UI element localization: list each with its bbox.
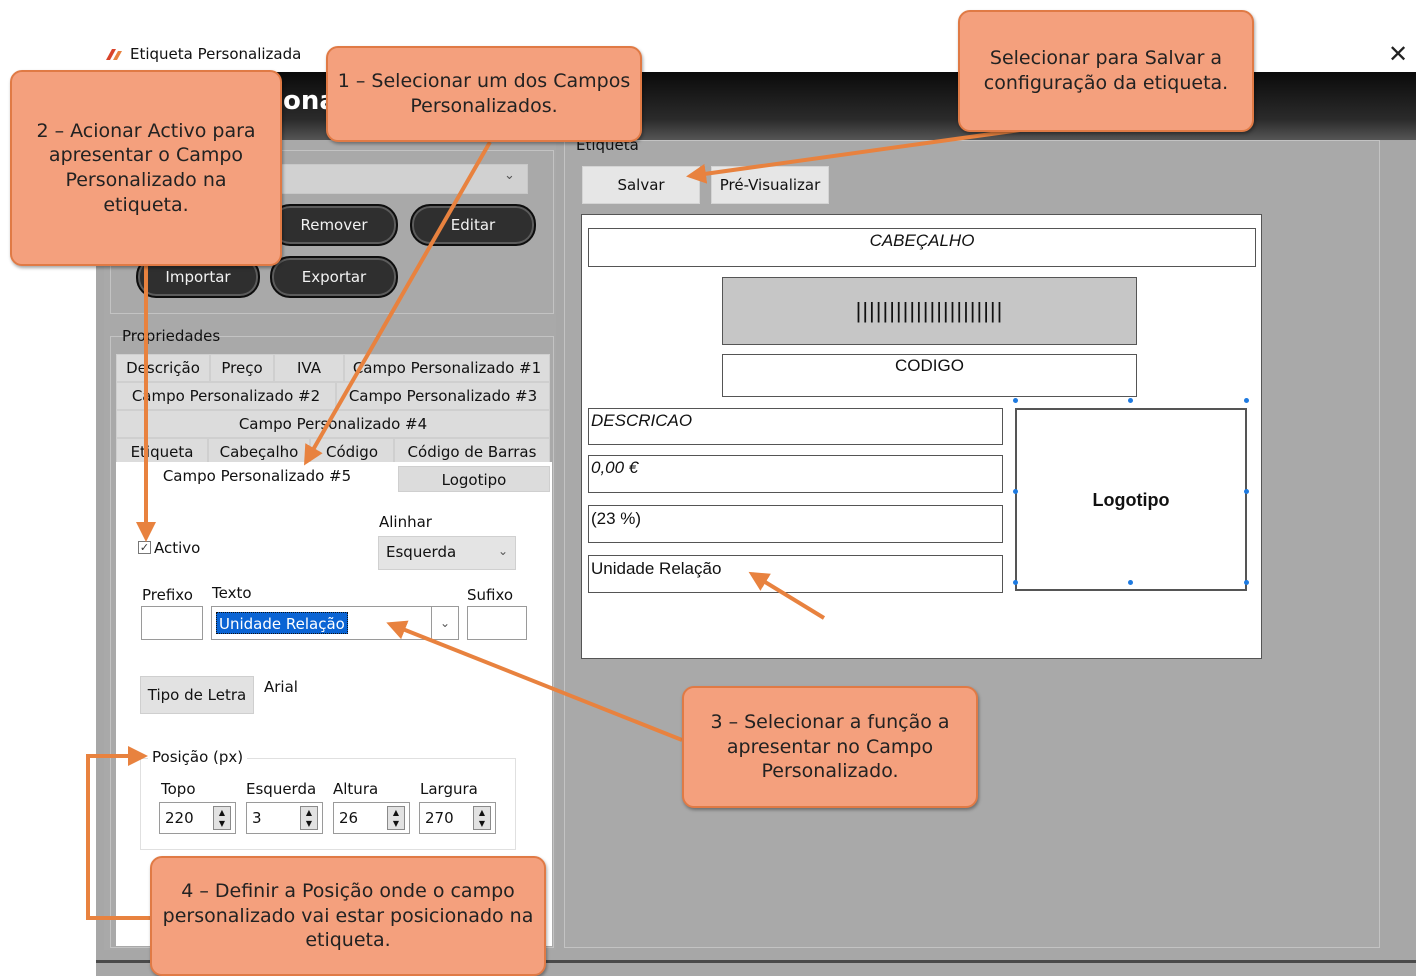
callout-step-1: 1 – Selecionar um dos Campos Personaliza… bbox=[326, 46, 642, 142]
tab-campo-personalizado-1[interactable]: Campo Personalizado #1 bbox=[344, 354, 550, 382]
resize-handle[interactable] bbox=[1013, 489, 1018, 494]
tab-iva[interactable]: IVA bbox=[274, 354, 344, 382]
stepper-arrows-icon[interactable]: ▲ ▼ bbox=[387, 806, 405, 830]
stepper-arrows-icon[interactable]: ▲ ▼ bbox=[213, 806, 231, 830]
tab-logotipo[interactable]: Logotipo bbox=[398, 466, 550, 492]
properties-label: Propriedades bbox=[122, 327, 221, 345]
chevron-down-icon: ⌄ bbox=[498, 544, 509, 558]
tab-campo-personalizado-3[interactable]: Campo Personalizado #3 bbox=[336, 382, 550, 410]
tab-cabecalho[interactable]: Cabeçalho bbox=[208, 438, 310, 464]
esquerda-value: 3 bbox=[252, 809, 262, 827]
chevron-down-icon: ⌄ bbox=[504, 168, 515, 183]
exportar-button[interactable]: Exportar bbox=[270, 256, 398, 298]
resize-handle[interactable] bbox=[1128, 398, 1133, 403]
resize-handle[interactable] bbox=[1013, 398, 1018, 403]
label-cabecalho-field[interactable]: CABEÇALHO bbox=[588, 228, 1256, 267]
largura-label: Largura bbox=[420, 780, 478, 798]
activo-label: Activo bbox=[154, 539, 201, 557]
remover-button[interactable]: Remover bbox=[270, 204, 398, 246]
label-codigo-field[interactable]: CODIGO bbox=[722, 354, 1137, 397]
resize-handle[interactable] bbox=[1244, 489, 1249, 494]
position-label: Posição (px) bbox=[148, 748, 248, 766]
texto-label: Texto bbox=[212, 584, 252, 602]
label-preco-field[interactable]: 0,00 € bbox=[588, 455, 1003, 493]
pre-visualizar-button[interactable]: Pré-Visualizar bbox=[711, 166, 829, 204]
altura-label: Altura bbox=[333, 780, 379, 798]
tab-campo-personalizado-4[interactable]: Campo Personalizado #4 bbox=[116, 410, 550, 438]
activo-checkbox[interactable]: ✓ bbox=[138, 541, 151, 554]
largura-value: 270 bbox=[425, 809, 454, 827]
alinhar-label: Alinhar bbox=[379, 513, 432, 531]
stepper-arrows-icon[interactable]: ▲ ▼ bbox=[473, 806, 491, 830]
tab-codigo[interactable]: Código bbox=[310, 438, 394, 464]
resize-handle[interactable] bbox=[1244, 398, 1249, 403]
label-unidade-field[interactable]: Unidade Relação bbox=[588, 555, 1003, 593]
tab-descricao[interactable]: Descrição bbox=[116, 354, 210, 382]
topo-value: 220 bbox=[165, 809, 194, 827]
salvar-button[interactable]: Salvar bbox=[582, 166, 700, 204]
resize-handle[interactable] bbox=[1013, 580, 1018, 585]
callout-step-3: 3 – Selecionar a função a apresentar no … bbox=[682, 686, 978, 808]
label-descricao-field[interactable]: DESCRICAO bbox=[588, 408, 1003, 445]
prefixo-input[interactable] bbox=[141, 606, 203, 640]
tipo-de-letra-button[interactable]: Tipo de Letra bbox=[140, 676, 254, 714]
alinhar-value: Esquerda bbox=[386, 543, 457, 561]
stepper-arrows-icon[interactable]: ▲ ▼ bbox=[300, 806, 318, 830]
tab-preco[interactable]: Preço bbox=[210, 354, 274, 382]
tab-etiqueta[interactable]: Etiqueta bbox=[116, 438, 208, 464]
font-name-label: Arial bbox=[264, 678, 298, 696]
label-barcode-field[interactable]: |||||||||||||||||||||| bbox=[722, 277, 1137, 345]
callout-step-2: 2 – Acionar Activo para apresentar o Cam… bbox=[10, 70, 282, 266]
sufixo-label: Sufixo bbox=[467, 586, 514, 604]
label-logotipo-field[interactable]: Logotipo bbox=[1015, 408, 1247, 591]
altura-value: 26 bbox=[339, 809, 359, 827]
tab-campo-personalizado-2[interactable]: Campo Personalizado #2 bbox=[116, 382, 336, 410]
callout-salvar: Selecionar para Salvar a configuração da… bbox=[958, 10, 1254, 132]
tab-codigo-de-barras[interactable]: Código de Barras bbox=[394, 438, 550, 464]
window-title: Etiqueta Personalizada bbox=[130, 45, 302, 63]
topo-label: Topo bbox=[161, 780, 196, 798]
prefixo-label: Prefixo bbox=[142, 586, 193, 604]
editar-button[interactable]: Editar bbox=[410, 204, 536, 246]
label-iva-field[interactable]: (23 %) bbox=[588, 505, 1003, 543]
template-select[interactable] bbox=[278, 164, 528, 194]
resize-handle[interactable] bbox=[1128, 580, 1133, 585]
resize-handle[interactable] bbox=[1244, 580, 1249, 585]
app-logo-icon bbox=[104, 46, 124, 64]
texto-value: Unidade Relação bbox=[216, 612, 348, 634]
esquerda-label: Esquerda bbox=[246, 780, 317, 798]
tab-campo-personalizado-5[interactable]: Campo Personalizado #5 bbox=[116, 462, 398, 492]
close-icon[interactable]: ✕ bbox=[1386, 40, 1410, 68]
callout-step-4: 4 – Definir a Posição onde o campo perso… bbox=[150, 856, 546, 976]
sufixo-input[interactable] bbox=[467, 606, 527, 640]
chevron-down-icon[interactable]: ⌄ bbox=[431, 607, 458, 639]
